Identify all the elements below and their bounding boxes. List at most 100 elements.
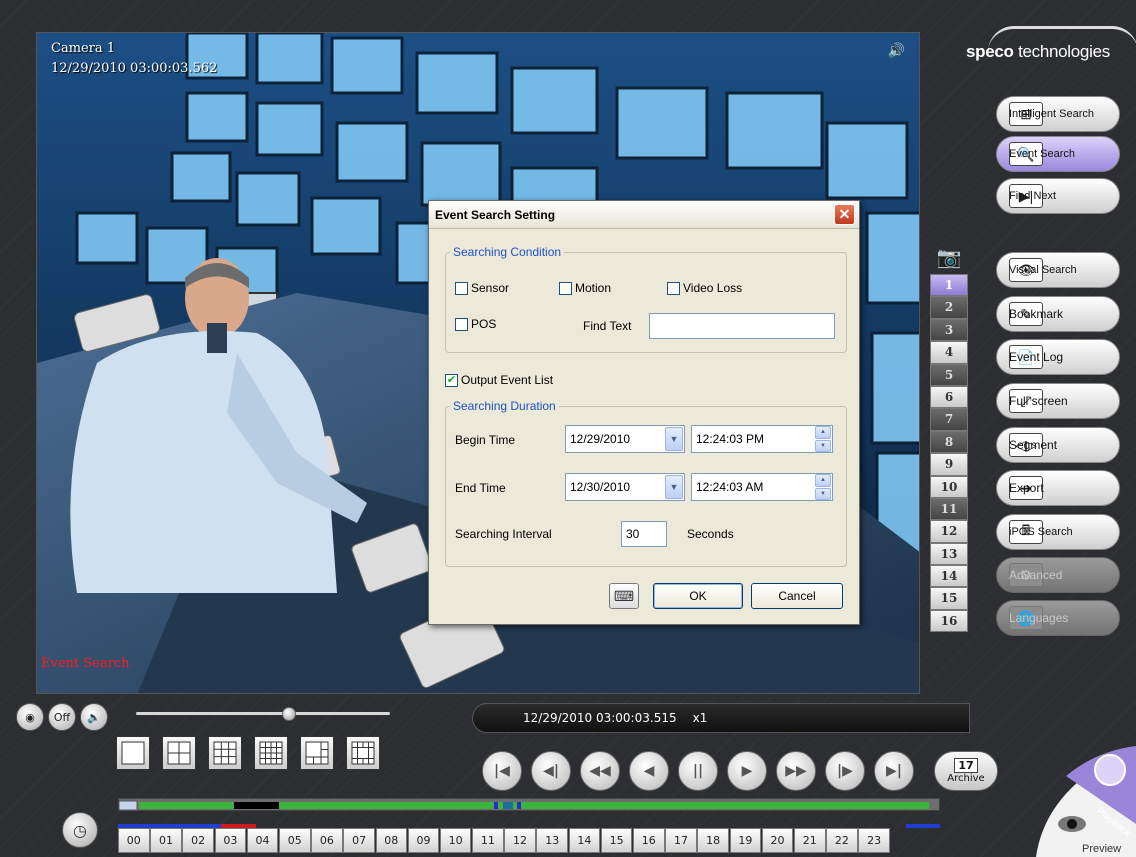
- camera-button-5[interactable]: 5: [930, 363, 968, 386]
- find-next-button[interactable]: ▶| Find Next: [996, 178, 1120, 214]
- chevron-down-icon[interactable]: ▼: [665, 427, 683, 451]
- motion-checkbox-box[interactable]: [559, 281, 572, 295]
- hour-button[interactable]: 19: [729, 828, 762, 853]
- spin-arrows-icon[interactable]: ▲ ▼: [815, 474, 831, 500]
- visual-search-button[interactable]: 👁 Visual Search: [996, 252, 1120, 288]
- spin-arrows-icon[interactable]: ▲ ▼: [815, 426, 831, 452]
- layout-2x2-button[interactable]: [162, 736, 196, 770]
- export-button[interactable]: ➜ Export: [996, 470, 1120, 506]
- close-icon[interactable]: ✕: [834, 204, 855, 225]
- end-time-spinner[interactable]: 12:24:03 AM ▲ ▼: [691, 473, 833, 501]
- hour-button[interactable]: 15: [600, 828, 633, 853]
- hour-button[interactable]: 13: [536, 828, 569, 853]
- hour-button[interactable]: 02: [182, 828, 214, 853]
- camera-button-4[interactable]: 4: [930, 341, 968, 364]
- begin-time-spinner[interactable]: 12:24:03 PM ▲ ▼: [691, 425, 833, 453]
- pos-checkbox-box[interactable]: [455, 317, 468, 331]
- bookmark-button[interactable]: ✎ Bookmark: [996, 296, 1120, 332]
- full-screen-button[interactable]: ⤢ Full screen: [996, 383, 1120, 419]
- fast-rewind-icon[interactable]: ◀◀: [580, 751, 620, 791]
- volume-icon[interactable]: 🔈: [80, 703, 108, 731]
- layout-4x4-button[interactable]: [254, 736, 288, 770]
- pos-checkbox[interactable]: POS: [455, 317, 496, 331]
- cancel-button[interactable]: Cancel: [751, 583, 843, 609]
- video-loss-checkbox-box[interactable]: [667, 281, 680, 295]
- camera-button-16[interactable]: 16: [930, 609, 968, 633]
- begin-date-select[interactable]: 12/29/2010 ▼: [565, 425, 685, 453]
- hour-button[interactable]: 11: [472, 828, 504, 853]
- camera-button-10[interactable]: 10: [930, 475, 968, 498]
- layout-1plus12-button[interactable]: [346, 736, 380, 770]
- find-text-input[interactable]: [649, 313, 835, 339]
- time-search-clock-icon[interactable]: ◷: [62, 812, 98, 848]
- intelligent-search-button[interactable]: ⊞ Intelligent Search: [996, 96, 1120, 132]
- ipos-search-button[interactable]: 🖩 iPOS Search: [996, 514, 1120, 550]
- hour-button[interactable]: 22: [826, 828, 858, 853]
- camera-button-8[interactable]: 8: [930, 430, 968, 454]
- camera-button-13[interactable]: 13: [930, 542, 968, 566]
- volume-slider-thumb[interactable]: [282, 707, 296, 721]
- chevron-down-icon[interactable]: ▼: [665, 475, 683, 499]
- playback-preview-toggle[interactable]: Playback Preview: [1036, 746, 1136, 857]
- sensor-checkbox-box[interactable]: [455, 281, 468, 295]
- hour-button[interactable]: 07: [343, 828, 375, 853]
- layout-1plus5-button[interactable]: [300, 736, 334, 770]
- motion-checkbox[interactable]: Motion: [559, 281, 611, 295]
- hour-button[interactable]: 14: [568, 828, 601, 853]
- camera-button-2[interactable]: 2: [930, 296, 968, 319]
- layout-3x3-button[interactable]: [208, 736, 242, 770]
- hour-button[interactable]: 17: [665, 828, 697, 853]
- hour-button[interactable]: 10: [439, 828, 472, 853]
- skip-to-end-icon[interactable]: ▶|: [874, 751, 914, 791]
- archive-button[interactable]: 17 Archive: [934, 751, 998, 791]
- audio-off-icon[interactable]: Off: [48, 703, 76, 731]
- video-loss-checkbox[interactable]: Video Loss: [667, 281, 742, 295]
- hour-button[interactable]: 12: [504, 828, 536, 853]
- camera-button-6[interactable]: 6: [930, 385, 968, 409]
- camera-button-9[interactable]: 9: [930, 453, 968, 476]
- hour-button[interactable]: 06: [311, 828, 343, 853]
- hour-button[interactable]: 05: [278, 828, 311, 853]
- skip-to-start-icon[interactable]: |◀: [482, 751, 522, 791]
- play-reverse-icon[interactable]: ◀: [629, 751, 669, 791]
- searching-interval-input[interactable]: 30: [621, 521, 667, 547]
- event-log-button[interactable]: 📄 Event Log: [996, 339, 1120, 375]
- keyboard-icon[interactable]: ⌨: [609, 583, 639, 609]
- snapshot-icon[interactable]: ◉: [16, 703, 44, 731]
- camera-button-11[interactable]: 11: [930, 497, 968, 521]
- hour-button[interactable]: 01: [150, 828, 182, 853]
- volume-slider[interactable]: [136, 707, 390, 721]
- camera-button-14[interactable]: 14: [930, 565, 968, 588]
- camera-button-12[interactable]: 12: [930, 520, 968, 543]
- camera-button-15[interactable]: 15: [930, 587, 968, 610]
- camera-button-1[interactable]: 1: [930, 274, 968, 297]
- output-event-list-checkbox[interactable]: ✔ Output Event List: [445, 373, 553, 387]
- hour-button[interactable]: 16: [633, 828, 665, 853]
- sensor-checkbox[interactable]: Sensor: [455, 281, 509, 295]
- fast-forward-icon[interactable]: ▶▶: [776, 751, 816, 791]
- pause-icon[interactable]: ||: [678, 751, 718, 791]
- advanced-button[interactable]: ⚙ Advanced: [996, 557, 1120, 593]
- output-event-list-checkbox-box[interactable]: ✔: [445, 373, 458, 387]
- hour-button[interactable]: 03: [214, 828, 247, 853]
- hour-button[interactable]: 20: [761, 828, 794, 853]
- camera-button-3[interactable]: 3: [930, 318, 968, 342]
- layout-1x1-button[interactable]: [116, 736, 150, 770]
- hour-button[interactable]: 18: [697, 828, 729, 853]
- event-search-button[interactable]: 🔍 Event Search: [996, 136, 1120, 172]
- hour-button[interactable]: 04: [246, 828, 279, 853]
- languages-button[interactable]: 🌐 Languages: [996, 600, 1120, 636]
- hour-button[interactable]: 23: [858, 828, 890, 853]
- step-back-icon[interactable]: ◀|: [531, 751, 571, 791]
- hour-button[interactable]: 00: [118, 828, 150, 853]
- step-forward-icon[interactable]: |▶: [825, 751, 865, 791]
- ok-button[interactable]: OK: [653, 583, 743, 609]
- end-date-select[interactable]: 12/30/2010 ▼: [565, 473, 685, 501]
- hour-button[interactable]: 09: [407, 828, 440, 853]
- camera-button-7[interactable]: 7: [930, 408, 968, 431]
- hour-button[interactable]: 21: [793, 828, 826, 853]
- play-icon[interactable]: ▶: [727, 751, 767, 791]
- segment-button[interactable]: ◁▷ Segment: [996, 427, 1120, 463]
- timeline-bar[interactable]: [118, 798, 940, 811]
- hour-button[interactable]: 08: [375, 828, 408, 853]
